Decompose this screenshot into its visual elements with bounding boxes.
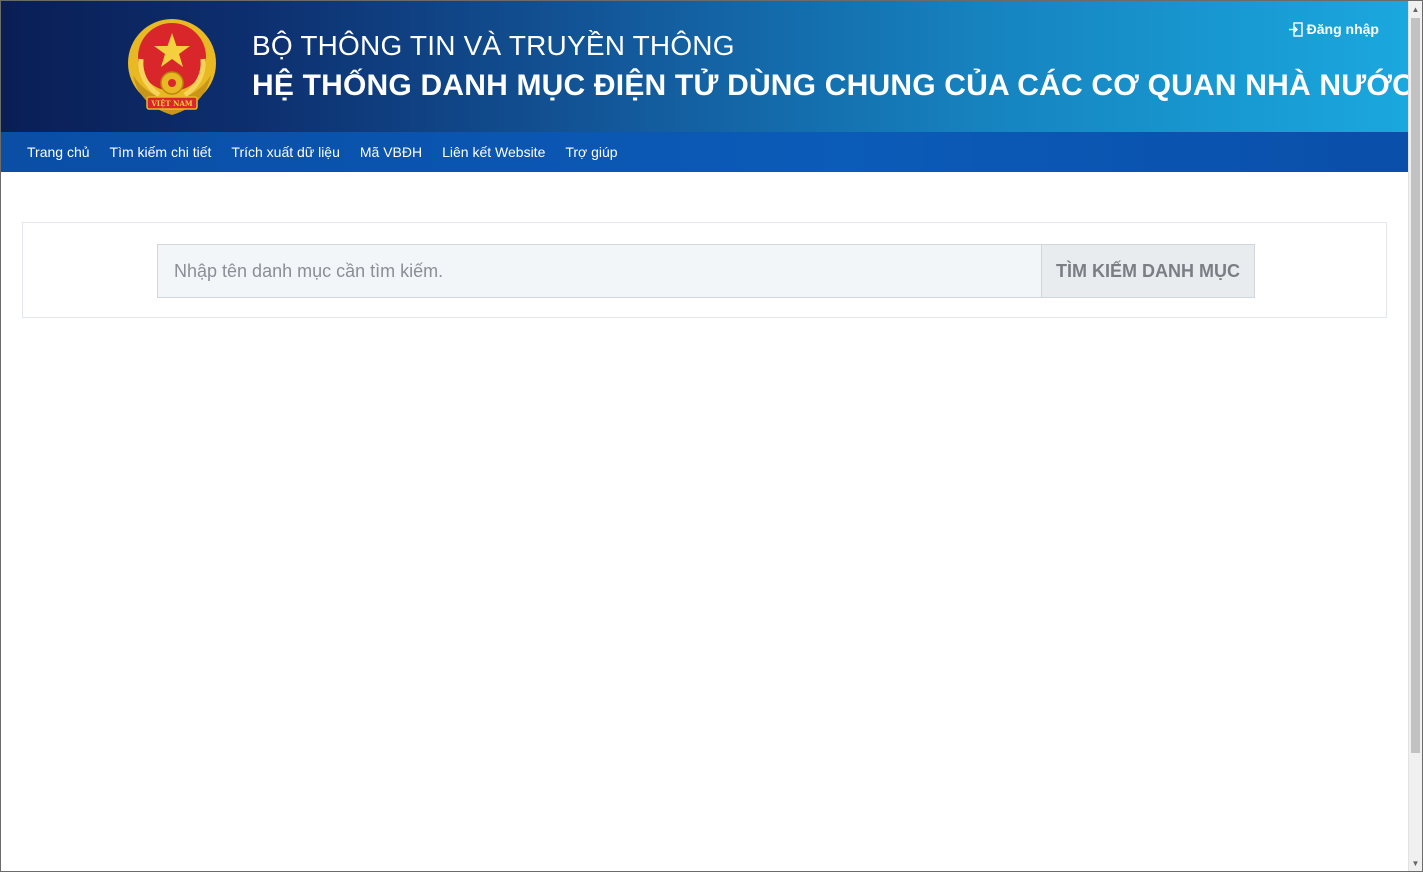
catalog-search-button[interactable]: TÌM KIẾM DANH MỤC [1041, 244, 1255, 298]
nav-item-vbdh-code[interactable]: Mã VBĐH [350, 132, 432, 172]
search-panel: TÌM KIẾM DANH MỤC [22, 222, 1387, 318]
login-label: Đăng nhập [1306, 21, 1379, 37]
national-emblem-icon: VIỆT NAM [128, 19, 216, 115]
nav-item-website-links[interactable]: Liên kết Website [432, 132, 555, 172]
emblem-text: VIỆT NAM [150, 99, 193, 108]
login-link[interactable]: Đăng nhập [1288, 21, 1379, 37]
vertical-scrollbar[interactable]: ▲ ▼ [1408, 1, 1422, 871]
nav-item-help[interactable]: Trợ giúp [555, 132, 627, 172]
scroll-thumb[interactable] [1411, 18, 1420, 753]
nav-item-advanced-search[interactable]: Tìm kiếm chi tiết [100, 132, 222, 172]
scroll-up-arrow-icon[interactable]: ▲ [1409, 1, 1422, 17]
sign-in-icon [1288, 21, 1303, 37]
site-header: VIỆT NAM BỘ THÔNG TIN VÀ TRUYỀN THÔNG HỆ… [1, 1, 1414, 132]
main-navbar: Trang chủ Tìm kiếm chi tiết Trích xuất d… [1, 132, 1408, 172]
scroll-down-arrow-icon[interactable]: ▼ [1409, 855, 1422, 871]
catalog-search-input[interactable] [157, 244, 1042, 298]
system-title: HỆ THỐNG DANH MỤC ĐIỆN TỬ DÙNG CHUNG CỦA… [252, 69, 1415, 102]
nav-item-data-export[interactable]: Trích xuất dữ liệu [221, 132, 349, 172]
nav-item-home[interactable]: Trang chủ [17, 132, 100, 172]
browser-viewport: VIỆT NAM BỘ THÔNG TIN VÀ TRUYỀN THÔNG HỆ… [0, 0, 1423, 872]
ministry-title: BỘ THÔNG TIN VÀ TRUYỀN THÔNG [252, 30, 735, 61]
